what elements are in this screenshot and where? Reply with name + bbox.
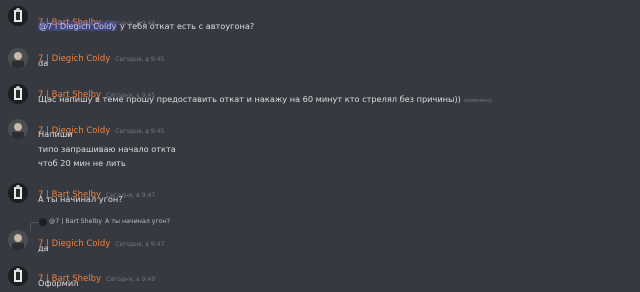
avatar[interactable] — [8, 6, 28, 26]
message-content: Щас напишу в теме прошу предоставить отк… — [38, 94, 461, 104]
reply-avatar — [39, 218, 47, 226]
timestamp: Сегодня, в 9:45 — [115, 128, 165, 135]
avatar[interactable] — [8, 183, 28, 203]
user-mention[interactable]: @7 l Diegich Coldy — [38, 21, 118, 31]
message-header: 7 | Diegich Coldy Сегодня, в 9:45 — [38, 46, 164, 65]
avatar[interactable] — [8, 119, 28, 139]
message-content: да — [38, 243, 49, 253]
edited-label: (изменено) — [463, 99, 493, 104]
timestamp: Сегодня, в 9:49 — [106, 276, 156, 283]
avatar[interactable] — [8, 230, 28, 250]
author-name[interactable]: 7 | Diegich Coldy — [38, 54, 110, 64]
message-content: Оформил — [38, 278, 79, 288]
reply-text[interactable]: А ты начинал угон? — [105, 218, 170, 225]
message-text: @7 l Diegich Coldy у тебя откат есть с а… — [38, 21, 254, 31]
avatar[interactable] — [8, 266, 28, 286]
avatar[interactable] — [8, 84, 28, 104]
message-text: Щас напишу в теме прошу предоставить отк… — [38, 94, 492, 104]
message-content: da — [38, 58, 49, 68]
message-content: Напиши — [38, 129, 73, 139]
message-header: 7 | Diegich Coldy Сегодня, в 9:47 — [38, 231, 164, 250]
message-content: у тебя откат есть с автоугона? — [117, 21, 255, 31]
reply-author[interactable]: @7 | Bart Shelby — [49, 218, 102, 225]
timestamp: Сегодня, в 9:47 — [115, 241, 165, 248]
author-name[interactable]: 7 | Diegich Coldy — [38, 239, 110, 249]
reply-connector — [30, 222, 39, 231]
avatar[interactable] — [8, 48, 28, 68]
message-content: чтоб 20 мин не лить — [38, 158, 126, 168]
timestamp: Сегодня, в 9:45 — [115, 56, 165, 63]
message-content: А ты начинал угон? — [38, 194, 123, 204]
message-content: типо запрашиваю начало откта — [38, 144, 176, 154]
